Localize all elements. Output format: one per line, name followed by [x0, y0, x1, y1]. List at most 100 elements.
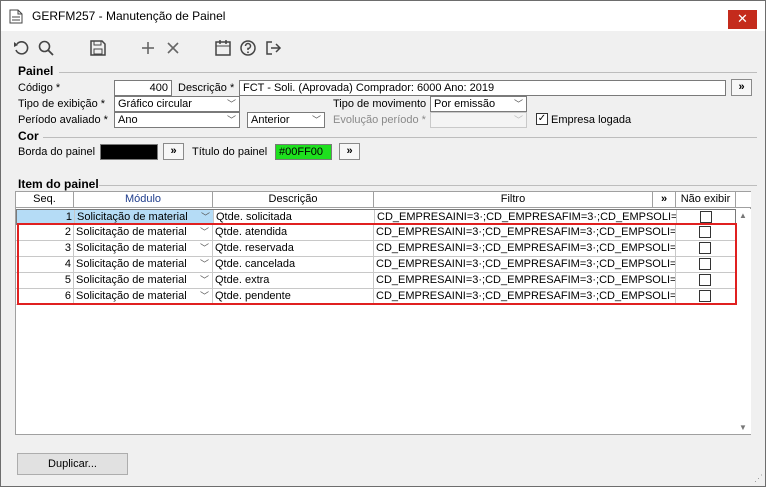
cell-filtro[interactable]: CD_EMPRESAINI=3·;CD_EMPRESAFIM=3·;CD_EMP… [374, 225, 676, 241]
cell-descricao[interactable]: Qtde. pendente [213, 289, 374, 305]
app-icon [9, 9, 23, 24]
close-button[interactable]: ✕ [728, 10, 757, 29]
modulo-value: Solicitação de material [76, 290, 187, 302]
borda-painel-color-field[interactable] [100, 144, 158, 160]
seq-value: 3 [64, 242, 71, 254]
table-row[interactable]: 3 Solicitação de material ﹀ Qtde. reservada… [16, 241, 736, 257]
periodo-referencia-value: Anterior [251, 114, 290, 126]
cor-section-title: Cor [18, 129, 39, 143]
chevron-down-icon[interactable]: ﹀ [200, 225, 209, 240]
descricao-field[interactable]: FCT - Soli. (Aprovada) Comprador: 6000 A… [239, 80, 726, 96]
add-icon[interactable] [139, 39, 157, 57]
chevron-down-icon[interactable]: ﹀ [201, 210, 210, 224]
descricao-value: Qtde. atendida [215, 226, 288, 238]
filtro-value: CD_EMPRESAINI=3·;CD_EMPRESAFIM=3·;CD_EMP… [376, 226, 676, 238]
col-header-filtro[interactable]: Filtro [374, 192, 653, 208]
tipo-movimento-label: Tipo de movimento [333, 98, 427, 110]
cell-seq[interactable]: 4 [16, 257, 74, 273]
chevron-down-icon: ﹀ [514, 99, 524, 109]
chevron-down-icon[interactable]: ﹀ [200, 241, 209, 256]
titulo-painel-pick-button[interactable]: » [339, 143, 360, 160]
scroll-down-icon[interactable]: ▼ [739, 423, 747, 432]
cell-filtro[interactable]: CD_EMPRESAINI=3·;CD_EMPRESAFIM=3·;CD_EMP… [374, 241, 676, 257]
titulo-painel-color-field[interactable]: #00FF00 [275, 144, 332, 160]
cell-seq[interactable]: 6 [16, 289, 74, 305]
chevron-down-icon[interactable]: ﹀ [200, 273, 209, 288]
cell-filtro[interactable]: CD_EMPRESAINI=3·;CD_EMPRESAFIM=3·;CD_EMP… [374, 289, 676, 305]
item-painel-grid: Seq. Módulo Descrição Filtro » Não exibi… [15, 191, 751, 435]
cell-descricao[interactable]: Qtde. atendida [213, 225, 374, 241]
nao-exibir-checkbox[interactable] [699, 242, 711, 254]
table-row[interactable]: 1 Solicitação de material ﹀ Qtde. solicitad… [16, 209, 736, 225]
cell-modulo[interactable]: Solicitação de material ﹀ [75, 210, 214, 224]
col-header-modulo[interactable]: Módulo [74, 192, 213, 208]
save-icon[interactable] [89, 39, 107, 57]
cell-nao-exibir [676, 257, 736, 273]
resize-grip-icon[interactable]: ⋰ [754, 473, 763, 484]
table-row[interactable]: 6 Solicitação de material ﹀ Qtde. pendente C… [16, 289, 736, 305]
empresa-logada-checkbox[interactable]: ✓ [536, 113, 548, 125]
search-icon[interactable] [37, 39, 55, 57]
codigo-field[interactable]: 400 [114, 80, 172, 96]
nao-exibir-checkbox[interactable] [699, 274, 711, 286]
codigo-label: Código * [18, 82, 61, 94]
borda-painel-pick-button[interactable]: » [163, 143, 184, 160]
cell-modulo[interactable]: Solicitação de material ﹀ [74, 225, 213, 241]
cell-modulo[interactable]: Solicitação de material ﹀ [74, 241, 213, 257]
descricao-value: Qtde. extra [215, 274, 270, 286]
nao-exibir-checkbox[interactable] [699, 258, 711, 270]
cell-modulo[interactable]: Solicitação de material ﹀ [74, 257, 213, 273]
cell-descricao[interactable]: Qtde. extra [213, 273, 374, 289]
exit-icon[interactable] [264, 39, 282, 57]
cell-modulo[interactable]: Solicitação de material ﹀ [74, 273, 213, 289]
nao-exibir-checkbox[interactable] [700, 211, 712, 223]
cell-descricao[interactable]: Qtde. cancelada [213, 257, 374, 273]
filtro-value: CD_EMPRESAINI=3·;CD_EMPRESAFIM=3·;CD_EMP… [376, 274, 676, 286]
tipo-exibicao-select[interactable]: Gráfico circular ﹀ [114, 96, 240, 112]
cell-seq[interactable]: 1 [17, 210, 75, 224]
cell-seq[interactable]: 3 [16, 241, 74, 257]
chevron-down-icon: ﹀ [514, 115, 524, 125]
tipo-movimento-select[interactable]: Por emissão ﹀ [430, 96, 527, 112]
tipo-exibicao-value: Gráfico circular [118, 98, 192, 110]
cell-nao-exibir [676, 241, 736, 257]
duplicar-button[interactable]: Duplicar... [17, 453, 128, 475]
cell-descricao[interactable]: Qtde. solicitada [214, 210, 375, 224]
delete-icon[interactable] [164, 39, 182, 57]
chevron-down-icon[interactable]: ﹀ [200, 257, 209, 272]
descricao-expand-button[interactable]: » [731, 79, 752, 96]
col-header-descricao[interactable]: Descrição [213, 192, 374, 208]
help-icon[interactable] [239, 39, 257, 57]
table-row[interactable]: 5 Solicitação de material ﹀ Qtde. extra CD_E… [16, 273, 736, 289]
cell-filtro[interactable]: CD_EMPRESAINI=3·;CD_EMPRESAFIM=3·;CD_EMP… [375, 210, 677, 224]
cell-seq[interactable]: 5 [16, 273, 74, 289]
painel-section-title: Painel [18, 64, 54, 78]
cell-modulo[interactable]: Solicitação de material ﹀ [74, 289, 213, 305]
seq-value: 4 [64, 258, 71, 270]
cell-seq[interactable]: 2 [16, 225, 74, 241]
title-bar: GERFM257 - Manutenção de Painel ✕ [1, 1, 765, 31]
cell-nao-exibir [677, 210, 735, 224]
col-header-nao-exibir[interactable]: Não exibir [676, 192, 736, 208]
table-row[interactable]: 4 Solicitação de material ﹀ Qtde. cancelada… [16, 257, 736, 273]
periodo-avaliado-label: Período avaliado * [18, 114, 108, 126]
undo-icon[interactable] [12, 39, 30, 57]
cell-filtro[interactable]: CD_EMPRESAINI=3·;CD_EMPRESAFIM=3·;CD_EMP… [374, 273, 676, 289]
col-header-seq[interactable]: Seq. [16, 192, 74, 208]
chevron-down-icon[interactable]: ﹀ [200, 289, 209, 304]
seq-value: 5 [64, 274, 71, 286]
nao-exibir-checkbox[interactable] [699, 226, 711, 238]
cell-descricao[interactable]: Qtde. reservada [213, 241, 374, 257]
filtro-expand-button[interactable]: » [653, 192, 676, 208]
nao-exibir-checkbox[interactable] [699, 290, 711, 302]
cell-filtro[interactable]: CD_EMPRESAINI=3·;CD_EMPRESAFIM=3·;CD_EMP… [374, 257, 676, 273]
calendar-icon[interactable] [214, 39, 232, 57]
item-painel-section-title: Item do painel [18, 177, 99, 191]
painel-divider [59, 72, 757, 73]
table-row[interactable]: 2 Solicitação de material ﹀ Qtde. atendida C… [16, 225, 736, 241]
periodo-avaliado-select[interactable]: Ano ﹀ [114, 112, 240, 128]
tipo-movimento-value: Por emissão [434, 98, 496, 110]
periodo-referencia-select[interactable]: Anterior ﹀ [247, 112, 325, 128]
scroll-up-icon[interactable]: ▲ [739, 211, 747, 220]
grid-vertical-scrollbar[interactable]: ▲ ▼ [737, 209, 751, 434]
